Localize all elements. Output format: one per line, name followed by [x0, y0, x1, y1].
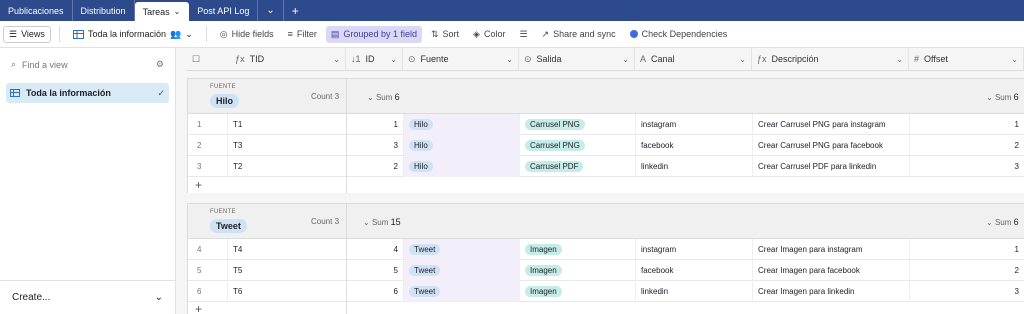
chevron-down-icon[interactable]: ⌄ [174, 7, 181, 16]
record-group-hilo: FUENTE Hilo Count 3 ⌄ Sum 6 ⌄ Sum 6 1 T1… [187, 78, 1024, 193]
column-header-salida[interactable]: ⊙ Salida ⌄ [519, 48, 635, 71]
check-icon: ✓ [157, 87, 165, 98]
check-dependencies-button[interactable]: Check Dependencies [625, 26, 733, 42]
divider [205, 26, 207, 42]
view-name-button[interactable]: Toda la información 👥 ⌄ [68, 26, 198, 43]
views-sidebar: ⌕ Find a view ⚙ Toda la información ✓ Cr… [0, 48, 176, 314]
column-header-offset[interactable]: # Offset ⌄ [909, 48, 1024, 71]
divider [346, 204, 347, 314]
chevron-down-icon: ⌄ [154, 292, 163, 303]
column-header-canal[interactable]: A Canal ⌄ [635, 48, 752, 71]
views-button[interactable]: ☰ Views [3, 25, 51, 43]
chevron-down-icon[interactable]: ⌄ [622, 55, 629, 64]
eye-slash-icon: ◎ [219, 28, 228, 39]
divider [346, 79, 347, 193]
row-height-button[interactable]: ☰ [514, 26, 532, 43]
find-view-field[interactable]: ⌕ Find a view ⚙ [0, 48, 175, 81]
record-group-tweet: FUENTE Tweet Count 3 ⌄ Sum 15 ⌄ Sum 6 4 … [187, 203, 1024, 314]
chevron-down-icon: ⌄ [185, 28, 193, 39]
tab-post-api-log[interactable]: Post API Log [189, 0, 259, 21]
column-header-tid[interactable]: ☐ ƒx TID ⌄ [187, 48, 346, 71]
filter-button[interactable]: ≡ Filter [283, 26, 322, 42]
column-header-descripcion[interactable]: ƒx Descripción ⌄ [752, 48, 909, 71]
add-record-button[interactable]: + [188, 177, 1024, 193]
chevron-down-icon[interactable]: ⌄ [896, 55, 903, 64]
group-header[interactable]: FUENTE Tweet Count 3 ⌄ Sum 15 ⌄ Sum 6 [188, 204, 1024, 239]
sidebar-view-toda-la-informacion[interactable]: Toda la información ✓ [6, 83, 169, 103]
column-header-fuente[interactable]: ⊙ Fuente ⌄ [403, 48, 519, 71]
row-height-icon: ☰ [519, 28, 528, 39]
id-sum: ⌄ Sum 15 [363, 217, 401, 227]
chevron-down-icon[interactable]: ⌄ [739, 55, 746, 64]
group-button[interactable]: ▤ Grouped by 1 field [325, 25, 422, 43]
grid-view-icon [72, 29, 84, 39]
tab-publicaciones[interactable]: Publicaciones [0, 0, 73, 21]
table-row[interactable]: 6 T6 6 Tweet Imagen linkedin Crear Image… [188, 281, 1024, 302]
search-icon: ⌕ [11, 59, 17, 69]
create-view-button[interactable]: Create... ⌄ [0, 280, 175, 314]
number-field-icon: # [914, 54, 920, 64]
group-count: Count 3 [311, 92, 340, 101]
offset-sum: ⌄ Sum 6 [986, 217, 1019, 227]
table-row[interactable]: 1 T1 1 Hilo Carrusel PNG instagram Crear… [188, 114, 1024, 135]
hide-fields-button[interactable]: ◎ Hide fields [215, 26, 279, 43]
paint-bucket-icon: ◈ [473, 28, 480, 39]
table-row[interactable]: 3 T2 2 Hilo Carrusel PDF linkedin Crear … [188, 156, 1024, 177]
group-icon: ▤ [330, 28, 340, 39]
sort-button[interactable]: ⇅ Sort [426, 26, 464, 43]
chevron-down-icon[interactable]: ⌄ [258, 0, 284, 21]
checkbox-icon[interactable]: ☐ [192, 54, 200, 65]
chevron-down-icon[interactable]: ⌄ [506, 55, 513, 64]
single-select-icon: ⊙ [408, 53, 416, 64]
add-record-button[interactable]: + [188, 302, 1024, 314]
offset-sum: ⌄ Sum 6 [986, 92, 1019, 102]
formula-icon: ƒx [757, 54, 767, 64]
share-icon: ↗ [541, 28, 550, 39]
text-field-icon: A [640, 54, 647, 64]
menu-icon: ☰ [9, 28, 18, 39]
table-row[interactable]: 4 T4 4 Tweet Imagen instagram Crear Imag… [188, 239, 1024, 260]
divider [58, 26, 60, 42]
table-row[interactable]: 2 T3 3 Hilo Carrusel PNG facebook Crear … [188, 135, 1024, 156]
gear-icon[interactable]: ⚙ [156, 59, 164, 70]
single-select-icon: ⊙ [524, 53, 532, 64]
extension-icon [629, 30, 638, 38]
sort-icon: ⇅ [430, 28, 439, 39]
column-header-id[interactable]: ↓1 ID ⌄ [346, 48, 403, 71]
filter-icon: ≡ [287, 29, 293, 39]
group-value-pill: Tweet [210, 219, 247, 233]
table-row[interactable]: 5 T5 5 Tweet Imagen facebook Crear Image… [188, 260, 1024, 281]
autonumber-icon: ↓1 [351, 54, 361, 64]
formula-icon: ƒx [235, 54, 245, 64]
share-sync-button[interactable]: ↗ Share and sync [537, 26, 621, 43]
tab-tareas[interactable]: Tareas ⌄ [134, 2, 190, 21]
color-button[interactable]: ◈ Color [468, 26, 510, 43]
grid-gutter [176, 48, 187, 314]
collaborators-icon: 👥 [169, 28, 182, 39]
chevron-down-icon[interactable]: ⌄ [333, 55, 340, 64]
records-grid: ☐ ƒx TID ⌄ ↓1 ID ⌄ ⊙ Fuente ⌄ ⊙ Salida ⌄… [187, 48, 1024, 314]
chevron-down-icon[interactable]: ⌄ [1011, 55, 1018, 64]
add-table-icon[interactable]: + [284, 0, 307, 21]
group-header[interactable]: FUENTE Hilo Count 3 ⌄ Sum 6 ⌄ Sum 6 [188, 79, 1024, 114]
tab-distribution[interactable]: Distribution [73, 0, 135, 21]
group-value-pill: Hilo [210, 94, 239, 108]
id-sum: ⌄ Sum 6 [367, 92, 400, 102]
table-tab-bar: Publicaciones Distribution Tareas ⌄ Post … [0, 0, 1024, 21]
chevron-down-icon[interactable]: ⌄ [390, 55, 397, 64]
view-toolbar: ☰ Views Toda la información 👥 ⌄ ◎ Hide f… [0, 21, 1024, 48]
grid-view-icon [10, 89, 20, 97]
group-count: Count 3 [311, 217, 340, 226]
